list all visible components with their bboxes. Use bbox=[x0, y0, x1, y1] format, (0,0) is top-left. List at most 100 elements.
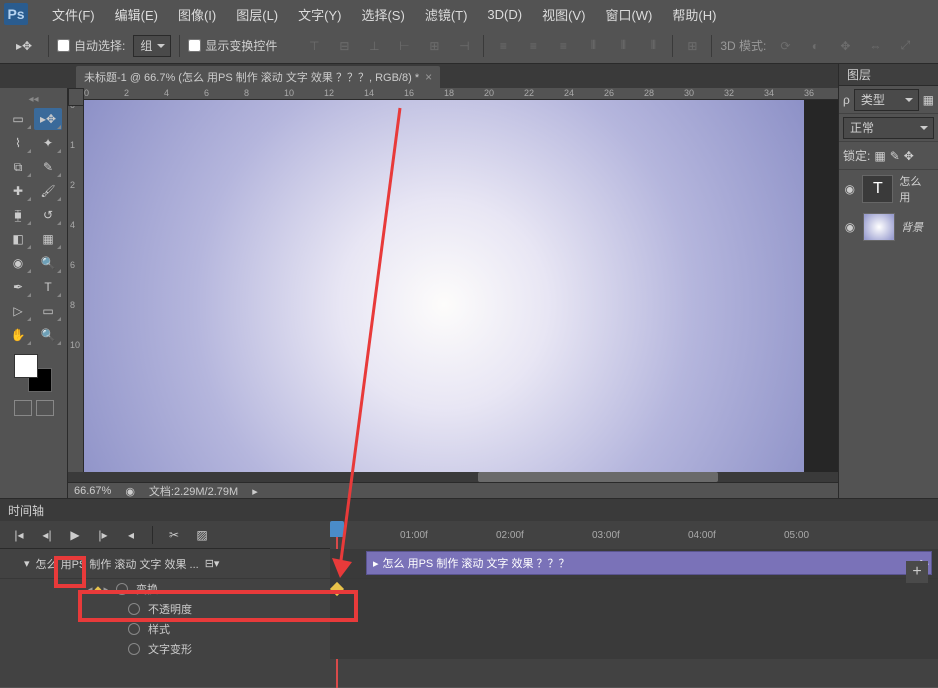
prop-transform-row[interactable]: ◂◆▸ 变换 bbox=[0, 579, 938, 599]
prop-style-row[interactable]: 样式 bbox=[0, 619, 938, 639]
visibility-eye-icon[interactable]: ◉ bbox=[843, 220, 857, 234]
layer-item-text[interactable]: ◉ T 怎么 用 bbox=[839, 170, 938, 208]
gradient-tool[interactable]: ▦ bbox=[34, 228, 62, 250]
menu-help[interactable]: 帮助(H) bbox=[662, 5, 726, 24]
vertical-ruler[interactable]: 01246810 bbox=[68, 100, 84, 472]
filter-image-icon[interactable]: ▦ bbox=[923, 93, 934, 107]
menu-filter[interactable]: 滤镜(T) bbox=[415, 5, 478, 24]
blend-mode-select[interactable]: 正常 bbox=[843, 117, 934, 139]
stopwatch-icon[interactable] bbox=[128, 643, 140, 655]
menu-type[interactable]: 文字(Y) bbox=[288, 5, 351, 24]
healing-tool[interactable]: ✚ bbox=[4, 180, 32, 202]
horizontal-scrollbar[interactable] bbox=[68, 472, 938, 482]
magic-wand-tool[interactable]: ✦ bbox=[34, 132, 62, 154]
menu-view[interactable]: 视图(V) bbox=[532, 5, 595, 24]
close-tab-icon[interactable]: × bbox=[425, 70, 432, 84]
menu-layer[interactable]: 图层(L) bbox=[226, 5, 288, 24]
document-tab[interactable]: 未标题-1 @ 66.7% (怎么 用PS 制作 滚动 文字 效果 ？？？, R… bbox=[76, 66, 440, 88]
auto-select-mode[interactable]: 组 bbox=[133, 35, 171, 57]
layer-filter-type[interactable]: 类型 bbox=[854, 89, 919, 111]
zoom-tool[interactable]: 🔍 bbox=[34, 324, 62, 346]
lasso-tool[interactable]: ⌇ bbox=[4, 132, 32, 154]
status-icon[interactable]: ◉ bbox=[125, 485, 135, 498]
lock-position-icon[interactable]: ✥ bbox=[904, 149, 914, 163]
menu-file[interactable]: 文件(F) bbox=[42, 5, 105, 24]
video-clip[interactable]: 怎么 用PS 制作 滚动 文字 效果 ？？？ ▷ bbox=[366, 551, 932, 575]
keyframe-nav[interactable]: ◂◆▸ bbox=[88, 584, 108, 595]
move-tool-indicator[interactable]: ▸✥ bbox=[8, 34, 40, 58]
eyedropper-tool[interactable]: ✎ bbox=[34, 156, 62, 178]
next-frame-icon[interactable]: |▸ bbox=[92, 525, 114, 545]
time-ruler[interactable]: 01:00f02:00f03:00f04:00f05:00 bbox=[330, 521, 938, 549]
dodge-tool[interactable]: 🔍 bbox=[34, 252, 62, 274]
move-tool[interactable]: ▸✥ bbox=[34, 108, 62, 130]
status-chevron-icon[interactable]: ▸ bbox=[252, 485, 258, 498]
show-transform-checkbox[interactable]: 显示变换控件 bbox=[188, 37, 277, 54]
menu-image[interactable]: 图像(I) bbox=[168, 5, 226, 24]
type-tool[interactable]: T bbox=[34, 276, 62, 298]
prop-label: 不透明度 bbox=[148, 601, 192, 617]
rect-marquee-tool[interactable]: ▭ bbox=[4, 108, 32, 130]
canvas-viewport[interactable] bbox=[84, 100, 938, 472]
shape-tool[interactable]: ▭ bbox=[34, 300, 62, 322]
align-hcenter-icon: ⊞ bbox=[423, 35, 445, 57]
menu-bar: Ps 文件(F) 编辑(E) 图像(I) 图层(L) 文字(Y) 选择(S) 滤… bbox=[0, 0, 938, 28]
prop-textwarp-row[interactable]: 文字变形 bbox=[0, 639, 938, 659]
add-media-button[interactable]: + bbox=[906, 561, 928, 583]
standard-mode-icon[interactable] bbox=[14, 400, 32, 416]
stopwatch-icon[interactable] bbox=[128, 623, 140, 635]
lock-row: 锁定: ▦ ✎ ✥ bbox=[839, 142, 938, 170]
distribute-1-icon: ≡ bbox=[492, 35, 514, 57]
layers-panel-tab[interactable]: 图层 bbox=[839, 64, 938, 86]
color-swatches[interactable] bbox=[14, 354, 52, 392]
video-track-row[interactable]: ▾ 怎么 用PS 制作 滚动 文字 效果 ... ⊟▾ 怎么 用PS 制作 滚动… bbox=[0, 549, 938, 579]
track-menu-icon[interactable]: ⊟▾ bbox=[205, 557, 220, 570]
stopwatch-icon[interactable] bbox=[116, 583, 128, 595]
blur-tool[interactable]: ◉ bbox=[4, 252, 32, 274]
canvas-area: 024681012141618202224262830323436 012468… bbox=[68, 88, 938, 498]
eraser-tool[interactable]: ◧ bbox=[4, 228, 32, 250]
brush-tool[interactable]: 🖌 bbox=[34, 180, 62, 202]
toolbox-grip-icon[interactable]: ◂◂ bbox=[4, 92, 63, 106]
menu-3d[interactable]: 3D(D) bbox=[477, 7, 532, 22]
scale-3d-icon: ⤢ bbox=[894, 35, 916, 57]
track-disclosure-icon[interactable]: ▾ bbox=[24, 557, 30, 570]
prop-opacity-row[interactable]: 不透明度 bbox=[0, 599, 938, 619]
ruler-origin[interactable] bbox=[68, 88, 84, 106]
zoom-level[interactable]: 66.67% bbox=[74, 485, 111, 497]
path-select-tool[interactable]: ▷ bbox=[4, 300, 32, 322]
distribute-4-icon: ⦀ bbox=[582, 35, 604, 57]
menu-select[interactable]: 选择(S) bbox=[351, 5, 414, 24]
document-canvas[interactable] bbox=[84, 100, 804, 472]
menu-edit[interactable]: 编辑(E) bbox=[105, 5, 168, 24]
timeline-panel-tab[interactable]: 时间轴 bbox=[0, 499, 938, 521]
prev-frame-icon[interactable]: ◂| bbox=[36, 525, 58, 545]
stamp-tool[interactable]: ⧯ bbox=[4, 204, 32, 226]
foreground-color[interactable] bbox=[14, 354, 38, 378]
history-brush-tool[interactable]: ↺ bbox=[34, 204, 62, 226]
playhead[interactable] bbox=[330, 521, 344, 537]
horizontal-ruler[interactable]: 024681012141618202224262830323436 bbox=[84, 88, 938, 100]
mute-icon[interactable]: ◂ bbox=[120, 525, 142, 545]
transition-icon[interactable]: ▨ bbox=[191, 525, 213, 545]
goto-first-frame-icon[interactable]: |◂ bbox=[8, 525, 30, 545]
document-info[interactable]: 文档:2.29M/2.79M bbox=[149, 483, 238, 499]
visibility-eye-icon[interactable]: ◉ bbox=[843, 182, 856, 196]
status-bar: 66.67% ◉ 文档:2.29M/2.79M ▸ bbox=[68, 482, 938, 499]
quickmask-mode-icon[interactable] bbox=[36, 400, 54, 416]
track-name: 怎么 用PS 制作 滚动 文字 效果 ... bbox=[36, 556, 199, 572]
hand-tool[interactable]: ✋ bbox=[4, 324, 32, 346]
crop-tool[interactable]: ⧉ bbox=[4, 156, 32, 178]
auto-select-checkbox[interactable]: 自动选择: bbox=[57, 37, 125, 54]
text-layer-thumb: T bbox=[862, 175, 893, 203]
clip-name: 怎么 用PS 制作 滚动 文字 效果 ？？？ bbox=[383, 555, 570, 571]
pen-tool[interactable]: ✒ bbox=[4, 276, 32, 298]
lock-transparent-icon[interactable]: ▦ bbox=[874, 149, 885, 163]
keyframe-diamond-icon[interactable] bbox=[330, 582, 344, 596]
layer-item-background[interactable]: ◉ 背景 bbox=[839, 208, 938, 246]
split-clip-icon[interactable]: ✂ bbox=[163, 525, 185, 545]
play-icon[interactable]: ▶ bbox=[64, 525, 86, 545]
stopwatch-icon[interactable] bbox=[128, 603, 140, 615]
lock-pixels-icon[interactable]: ✎ bbox=[890, 149, 900, 163]
menu-window[interactable]: 窗口(W) bbox=[595, 5, 662, 24]
